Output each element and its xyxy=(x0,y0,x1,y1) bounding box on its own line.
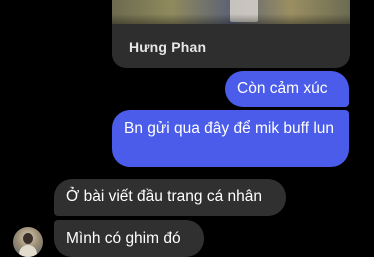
received-message-bubble[interactable]: Ở bài viết đầu trang cá nhân xyxy=(54,179,286,216)
shared-post-author-name: Hưng Phan xyxy=(129,39,207,55)
shared-post-card[interactable]: Hưng Phan xyxy=(112,0,350,68)
shared-post-thumbnail xyxy=(112,0,350,24)
sent-message-bubble[interactable]: Còn cảm xúc xyxy=(225,71,349,107)
sender-avatar[interactable] xyxy=(13,227,43,257)
sent-message-bubble[interactable]: Bn gửi qua đây để mik buff lun xyxy=(112,110,349,167)
received-message-bubble[interactable]: Mình có ghim đó xyxy=(54,220,204,257)
